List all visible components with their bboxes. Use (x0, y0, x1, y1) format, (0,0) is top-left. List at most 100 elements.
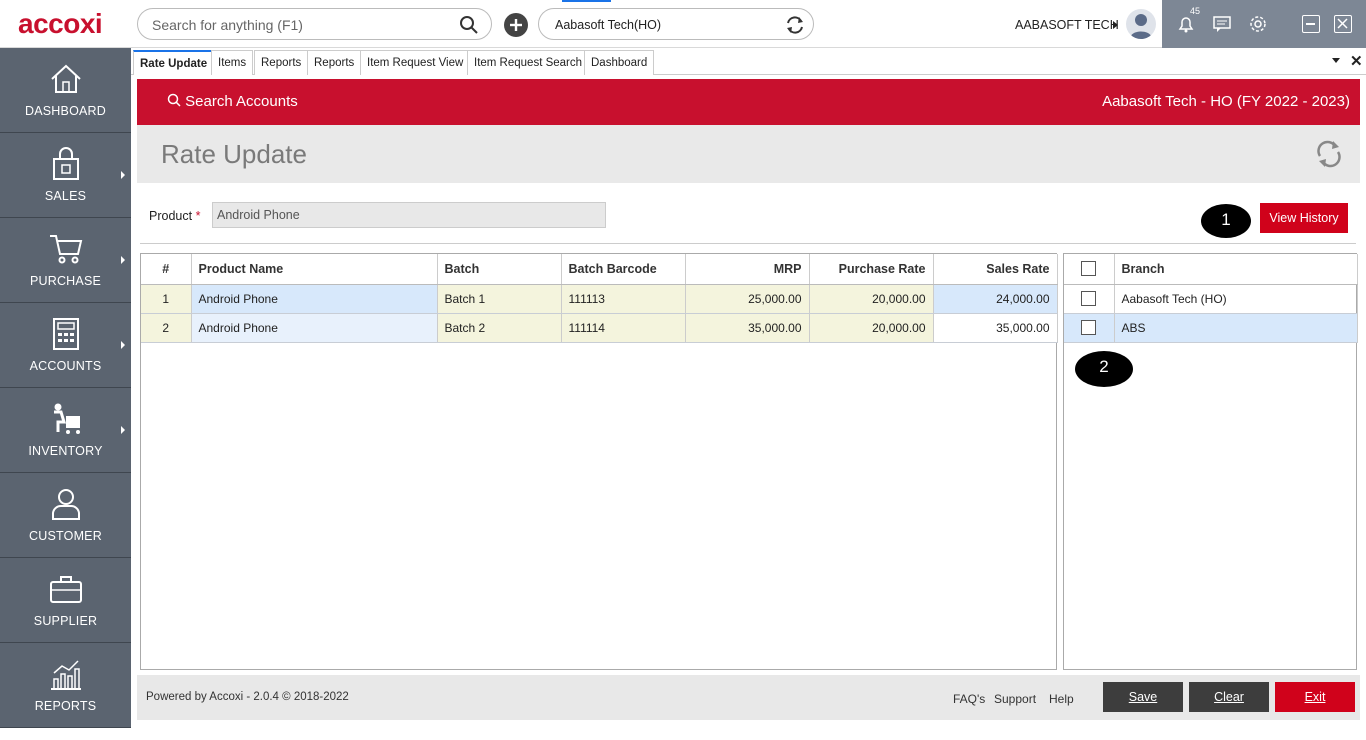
global-search[interactable] (137, 8, 492, 40)
search-icon[interactable] (459, 15, 479, 35)
cell-branch[interactable]: Aabasoft Tech (HO) (1114, 284, 1358, 314)
tab-indicator (562, 0, 611, 2)
user-name[interactable]: AABASOFT TECH (1015, 18, 1119, 32)
sidebar: DASHBOARD SALES PURCHASE ACCOUNTS INVENT… (0, 48, 131, 728)
sidebar-item-label: INVENTORY (28, 444, 103, 458)
inventory-icon (54, 403, 80, 434)
tab-reports[interactable]: Reports (254, 50, 309, 75)
cell-purchase-rate[interactable]: 20,000.00 (809, 313, 934, 343)
sidebar-item-customer[interactable]: CUSTOMER (0, 473, 131, 558)
branch-checkbox[interactable] (1081, 320, 1097, 336)
page-header: Rate Update (137, 125, 1360, 183)
search-input[interactable] (152, 15, 452, 35)
select-all-checkbox[interactable] (1081, 261, 1097, 277)
cell-batch-barcode[interactable]: 111114 (561, 313, 686, 343)
sidebar-item-reports[interactable]: REPORTS (0, 643, 131, 728)
tab-item-request-search[interactable]: Item Request Search (467, 50, 590, 75)
cell-index: 2 (141, 313, 192, 343)
rate-table: # Product Name Batch Batch Barcode MRP P… (140, 253, 1058, 670)
tab-bar: Rate Update Items Reports Reports Item R… (131, 48, 1366, 75)
close-window-button[interactable] (1334, 15, 1352, 33)
table-row[interactable]: 2 Android Phone Batch 2 111114 35,000.00… (141, 313, 1058, 343)
cell-batch[interactable]: Batch 2 (437, 313, 562, 343)
faq-link[interactable]: FAQ's (953, 692, 985, 706)
search-icon (167, 93, 181, 107)
col-header-product-name[interactable]: Product Name (191, 254, 438, 285)
powered-by-text: Powered by Accoxi - 2.0.4 © 2018-2022 (146, 691, 349, 703)
col-header-batch[interactable]: Batch (437, 254, 562, 285)
accoxi-logo[interactable]: accoxi (18, 8, 103, 40)
exit-button[interactable]: Exit (1275, 682, 1355, 712)
shopping-bag-icon (53, 147, 79, 180)
table-row[interactable]: ABS (1064, 313, 1358, 343)
product-field[interactable] (212, 202, 606, 228)
home-icon (51, 64, 81, 93)
cell-batch-barcode[interactable]: 111113 (561, 284, 686, 314)
table-header-row: # Product Name Batch Batch Barcode MRP P… (141, 254, 1058, 285)
support-link[interactable]: Support (994, 692, 1036, 706)
cell-sales-rate[interactable]: 24,000.00 (933, 284, 1058, 314)
calculator-icon (53, 318, 79, 350)
col-header-purchase-rate[interactable]: Purchase Rate (809, 254, 934, 285)
bell-icon[interactable] (1176, 14, 1196, 34)
cell-batch[interactable]: Batch 1 (437, 284, 562, 314)
view-history-button[interactable]: View History (1260, 203, 1348, 233)
sidebar-item-inventory[interactable]: INVENTORY (0, 388, 131, 473)
add-new-button[interactable] (504, 13, 528, 37)
briefcase-icon (50, 576, 82, 603)
sidebar-item-accounts[interactable]: ACCOUNTS (0, 303, 131, 388)
footer: Powered by Accoxi - 2.0.4 © 2018-2022 FA… (137, 675, 1360, 720)
col-header-mrp[interactable]: MRP (685, 254, 810, 285)
annotation-badge-1: 1 (1201, 204, 1251, 238)
sidebar-item-dashboard[interactable]: DASHBOARD (0, 48, 131, 133)
tab-reports-2[interactable]: Reports (307, 50, 362, 75)
sidebar-item-supplier[interactable]: SUPPLIER (0, 558, 131, 643)
sidebar-item-purchase[interactable]: PURCHASE (0, 218, 131, 303)
help-link[interactable]: Help (1049, 692, 1074, 706)
col-header-branch[interactable]: Branch (1114, 254, 1358, 285)
sidebar-item-label: SUPPLIER (33, 614, 98, 628)
table-row[interactable]: 1 Android Phone Batch 1 111113 25,000.00… (141, 284, 1058, 314)
tab-rate-update[interactable]: Rate Update (133, 50, 215, 75)
cell-purchase-rate[interactable]: 20,000.00 (809, 284, 934, 314)
col-header-index: # (141, 254, 192, 285)
required-mark: * (195, 209, 201, 223)
tab-item-request-view[interactable]: Item Request View (360, 50, 471, 75)
col-header-sales-rate[interactable]: Sales Rate (933, 254, 1058, 285)
minimize-button[interactable] (1302, 15, 1320, 33)
tab-items[interactable]: Items (211, 50, 254, 75)
branch-selector-value: Aabasoft Tech(HO) (555, 18, 662, 32)
close-tab-icon[interactable]: ✕ (1350, 52, 1363, 70)
cell-sales-rate[interactable]: 35,000.00 (933, 313, 1058, 343)
gear-icon[interactable] (1248, 14, 1268, 34)
col-header-batch-barcode[interactable]: Batch Barcode (561, 254, 686, 285)
cell-mrp[interactable]: 25,000.00 (685, 284, 810, 314)
product-label-text: Product (149, 209, 193, 223)
table-row[interactable]: Aabasoft Tech (HO) (1064, 284, 1358, 314)
cell-mrp[interactable]: 35,000.00 (685, 313, 810, 343)
message-icon[interactable] (1212, 14, 1232, 34)
cell-branch[interactable]: ABS (1114, 313, 1358, 343)
checkbox-cell (1064, 313, 1115, 343)
branch-selector[interactable]: Aabasoft Tech(HO) (538, 8, 814, 40)
search-accounts-label: Search Accounts (185, 93, 298, 110)
sidebar-item-label: DASHBOARD (25, 104, 106, 118)
cart-icon (50, 235, 83, 264)
switch-branch-icon[interactable] (785, 15, 805, 35)
save-button[interactable]: Save (1103, 682, 1183, 712)
tab-dashboard[interactable]: Dashboard (584, 50, 655, 75)
bar-chart-icon (51, 660, 81, 690)
sidebar-item-label: REPORTS (34, 699, 97, 713)
avatar[interactable] (1126, 9, 1156, 39)
refresh-icon[interactable] (1314, 139, 1344, 169)
sidebar-item-sales[interactable]: SALES (0, 133, 131, 218)
clear-button[interactable]: Clear (1189, 682, 1269, 712)
cell-product-name[interactable]: Android Phone (191, 313, 438, 343)
search-accounts-link[interactable]: Search Accounts (167, 93, 298, 110)
user-menu-caret-icon[interactable] (1113, 21, 1118, 29)
branch-checkbox[interactable] (1081, 291, 1097, 307)
cell-product-name[interactable]: Android Phone (191, 284, 438, 314)
product-label: Product * (149, 209, 200, 223)
tab-dropdown-icon[interactable] (1332, 58, 1340, 63)
select-all-cell (1064, 254, 1115, 285)
